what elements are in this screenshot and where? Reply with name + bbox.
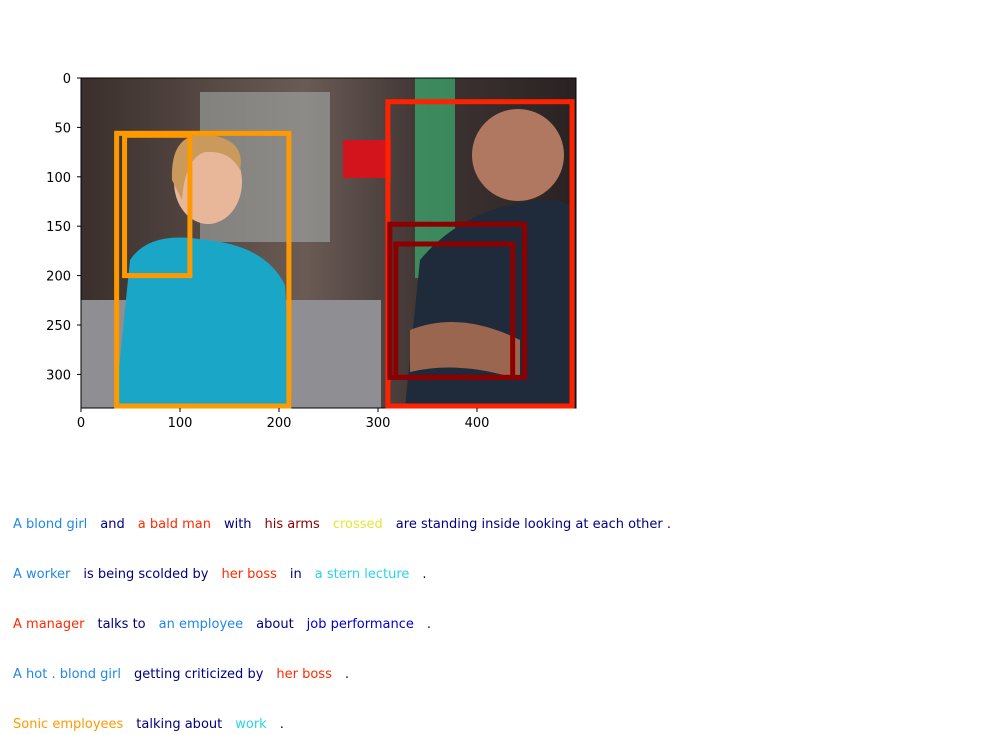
caption-line: A blond girl and a bald man with his arms cro… bbox=[13, 515, 684, 535]
caption-phrase: talks to bbox=[97, 617, 146, 632]
caption-phrase: a bald man bbox=[137, 517, 211, 532]
caption-line: Sonic employees talking about work. bbox=[13, 715, 297, 735]
caption-phrase: with bbox=[223, 517, 252, 532]
caption-phrase: work bbox=[235, 717, 267, 732]
caption-phrase: his arms bbox=[264, 517, 320, 532]
caption-phrase: a stern lecture bbox=[314, 567, 410, 582]
caption-phrase: and bbox=[100, 517, 125, 532]
caption-phrase: about bbox=[256, 617, 294, 632]
caption-phrase: an employee bbox=[158, 617, 244, 632]
caption-phrase: crossed bbox=[332, 517, 383, 532]
caption-phrase: her boss bbox=[276, 667, 332, 682]
caption-phrase: A blond girl bbox=[13, 517, 88, 532]
caption-phrase: getting criticized by bbox=[133, 667, 264, 682]
caption-phrase: talking about bbox=[136, 717, 223, 732]
caption-phrase: are standing inside looking at each othe… bbox=[395, 517, 671, 532]
caption-phrase: . bbox=[426, 617, 432, 632]
caption-phrase: . bbox=[279, 717, 284, 732]
caption-phrase: Sonic employees bbox=[13, 717, 124, 732]
caption-line: A worker is being scolded by her boss in a s… bbox=[13, 565, 440, 585]
caption-phrase: in bbox=[289, 567, 302, 582]
caption-line: A hot . blond girl getting criticized by h… bbox=[13, 665, 362, 685]
caption-phrase: A worker bbox=[13, 567, 71, 582]
caption-phrase: A manager bbox=[13, 617, 85, 632]
caption-phrase: . bbox=[344, 667, 349, 682]
caption-phrase: A hot . blond girl bbox=[13, 667, 121, 682]
caption-phrase: her boss bbox=[221, 567, 277, 582]
caption-phrase: . bbox=[422, 567, 427, 582]
caption-phrase: is being scolded by bbox=[83, 567, 209, 582]
caption-list: A blond girl and a bald man with his arms cro… bbox=[0, 0, 1000, 732]
caption-line: A manager talks to an employee about job per… bbox=[13, 615, 444, 635]
caption-phrase: job performance bbox=[306, 617, 414, 632]
